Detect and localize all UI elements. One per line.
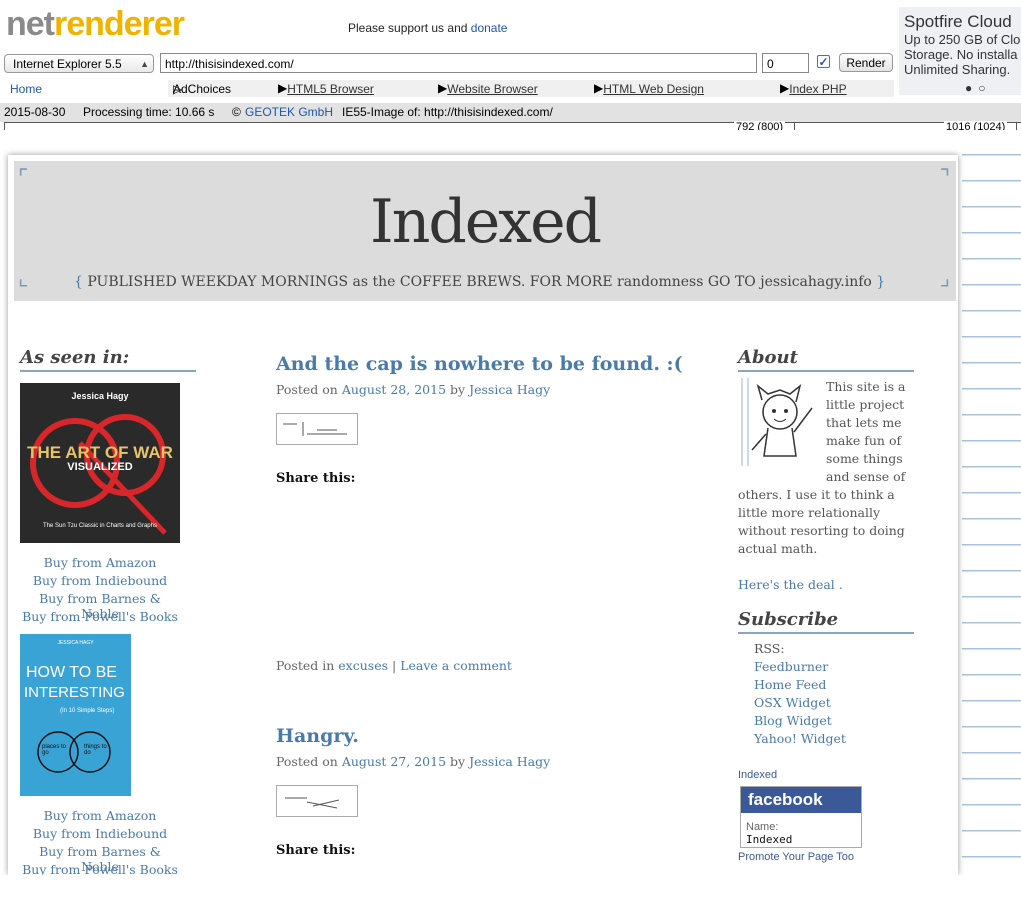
checkbox[interactable]: ✓: [817, 55, 830, 68]
buy-powells-link[interactable]: Buy from Powell's Books: [20, 862, 180, 875]
corner-arrow-icon: ⌞: [18, 265, 29, 290]
fb-page-link[interactable]: Indexed: [738, 769, 777, 781]
book1-subtitle: The Sun Tzu Classic in Charts and Graphs: [43, 523, 157, 529]
delay-input[interactable]: 0: [762, 53, 809, 73]
post-footer: Posted in excuses | Leave a comment: [276, 658, 512, 673]
venn-label-a: places to go: [42, 744, 67, 756]
ad-banner[interactable]: Spotfire Cloud Up to 250 GB of Clo Stora…: [899, 7, 1021, 95]
ad-line: Up to 250 GB of Clo: [904, 32, 1021, 47]
post-meta: Posted on August 28, 2015 by Jessica Hag…: [276, 382, 551, 397]
promote-page-link[interactable]: Promote Your Page Too: [738, 851, 854, 863]
post-meta: Posted on August 27, 2015 by Jessica Hag…: [276, 754, 551, 769]
heres-the-deal-link[interactable]: Here's the deal .: [738, 577, 843, 592]
corner-arrow-icon: ⌝: [939, 165, 950, 190]
about-text-wrapped: This site is a little project that lets …: [826, 379, 906, 484]
home-feed-link[interactable]: Home Feed: [754, 677, 826, 692]
support-message: Please support us and donate: [348, 21, 507, 35]
browser-select[interactable]: Internet Explorer 5.5 ▲: [4, 54, 154, 73]
buy-powells-link[interactable]: Buy from Powell's Books: [20, 609, 180, 624]
book-cover-how-to-be-interesting[interactable]: JESSICA HAGY HOW TO BE INTERESTING (In 1…: [20, 634, 131, 796]
fb-name-value: Indexed: [746, 833, 793, 846]
post-date-link[interactable]: August 27, 2015: [342, 754, 446, 769]
corner-arrow-icon: ⌟: [939, 265, 950, 290]
post-author-link[interactable]: Jessica Hagy: [469, 754, 550, 769]
render-date: 2015-08-30: [4, 105, 66, 119]
sketch-thumbnail: [285, 797, 340, 809]
ad-body: Up to 250 GB of Clo Storage. No installa…: [904, 32, 1020, 77]
category-link[interactable]: excuses: [338, 658, 388, 673]
ad-link-html-web-design[interactable]: ▶ HTML Web Design: [594, 81, 704, 96]
ad-line: Unlimited Sharing.: [904, 62, 1011, 77]
notebook-lines: [962, 130, 1021, 875]
post-title[interactable]: Hangry.: [276, 725, 359, 747]
site-header: ⌜ ⌝ ⌞ ⌟ Indexed { PUBLISHED WEEKDAY MORN…: [14, 161, 956, 301]
info-bar: 2015-08-30 Processing time: 10.66 s © GE…: [0, 103, 1021, 122]
share-this-label: Share this:: [276, 843, 356, 858]
blog-widget-link[interactable]: Blog Widget: [754, 713, 832, 728]
render-button[interactable]: Render: [839, 53, 893, 72]
ad-line: Storage. No installa: [904, 47, 1018, 62]
site-tagline: { PUBLISHED WEEKDAY MORNINGS as the COFF…: [74, 274, 886, 290]
support-text: Please support us and: [348, 21, 468, 35]
subscribe-title: Subscribe: [738, 609, 914, 634]
ad-carousel-dots[interactable]: ●○: [965, 81, 992, 95]
url-input[interactable]: http://thisisindexed.com/: [160, 53, 757, 73]
post-image-thumbnail[interactable]: [276, 785, 358, 817]
venn-diagram-icon: [37, 731, 111, 773]
geotek-link[interactable]: GEOTEK GmbH: [245, 103, 333, 122]
ad-link-bar: AdChoices ▷ ▶ HTML5 Browser ▶ Website Br…: [168, 80, 894, 97]
netrenderer-logo[interactable]: netrenderer: [6, 4, 185, 44]
site-title[interactable]: Indexed: [370, 187, 602, 257]
feedburner-link[interactable]: Feedburner: [754, 659, 828, 674]
ad-link-html5-browser[interactable]: ▶ HTML5 Browser: [278, 81, 374, 96]
waving-character-icon: [741, 378, 813, 466]
sketch-thumbnail: [283, 422, 347, 436]
about-title: About: [738, 347, 914, 372]
post-date-link[interactable]: August 28, 2015: [342, 382, 446, 397]
donate-link[interactable]: donate: [471, 21, 508, 35]
facebook-badge[interactable]: facebook Name: Indexed: [740, 786, 862, 848]
fb-name-label: Name:: [746, 821, 779, 833]
logo-renderer: renderer: [54, 5, 185, 43]
leave-comment-link[interactable]: Leave a comment: [400, 658, 512, 673]
book1-title-line2: VISUALIZED: [67, 461, 133, 473]
copyright-symbol: ©: [232, 105, 241, 119]
processing-time: Processing time: 10.66 s: [83, 105, 215, 119]
book1-title: THE ART OF WAR: [27, 443, 173, 462]
ad-title: Spotfire Cloud: [904, 12, 1012, 31]
adchoices-icon: ▷: [173, 82, 183, 96]
author-avatar: [740, 378, 818, 468]
select-arrows-icon: ▲: [140, 59, 149, 69]
ad-link-index-php[interactable]: ▶ Index PHP: [780, 81, 847, 96]
rendered-page: ⌜ ⌝ ⌞ ⌟ Indexed { PUBLISHED WEEKDAY MORN…: [0, 130, 1021, 875]
corner-arrow-icon: ⌜: [18, 165, 29, 190]
home-link[interactable]: Home: [10, 82, 42, 96]
facebook-logo: facebook: [741, 787, 861, 813]
venn-label-b: things to do: [84, 744, 107, 756]
buy-amazon-link[interactable]: Buy from Amazon: [20, 555, 180, 570]
buy-indiebound-link[interactable]: Buy from Indiebound: [20, 573, 180, 588]
book-cover-art-of-war[interactable]: Jessica Hagy THE ART OF WAR VISUALIZED T…: [20, 383, 180, 543]
book1-author: Jessica Hagy: [71, 391, 129, 401]
buy-indiebound-link[interactable]: Buy from Indiebound: [20, 826, 180, 841]
ad-link-website-browser[interactable]: ▶ Website Browser: [438, 81, 538, 96]
post-author-link[interactable]: Jessica Hagy: [469, 382, 550, 397]
about-text: others. I use it to think a little more …: [738, 487, 905, 556]
post-image-thumbnail[interactable]: [276, 413, 358, 445]
logo-net: net: [6, 5, 55, 43]
buy-amazon-link[interactable]: Buy from Amazon: [20, 808, 180, 823]
share-this-label: Share this:: [276, 471, 356, 486]
site-paper: ⌜ ⌝ ⌞ ⌟ Indexed { PUBLISHED WEEKDAY MORN…: [8, 155, 958, 875]
osx-widget-link[interactable]: OSX Widget: [754, 695, 831, 710]
image-of-url: IE55-Image of: http://thisisindexed.com/: [342, 105, 553, 119]
browser-select-value: Internet Explorer 5.5: [13, 57, 122, 71]
rss-label: RSS:: [754, 641, 785, 656]
yahoo-widget-link[interactable]: Yahoo! Widget: [754, 731, 846, 746]
post-title[interactable]: And the cap is nowhere to be found. :(: [276, 353, 683, 375]
as-seen-in-title: As seen in:: [20, 347, 196, 372]
